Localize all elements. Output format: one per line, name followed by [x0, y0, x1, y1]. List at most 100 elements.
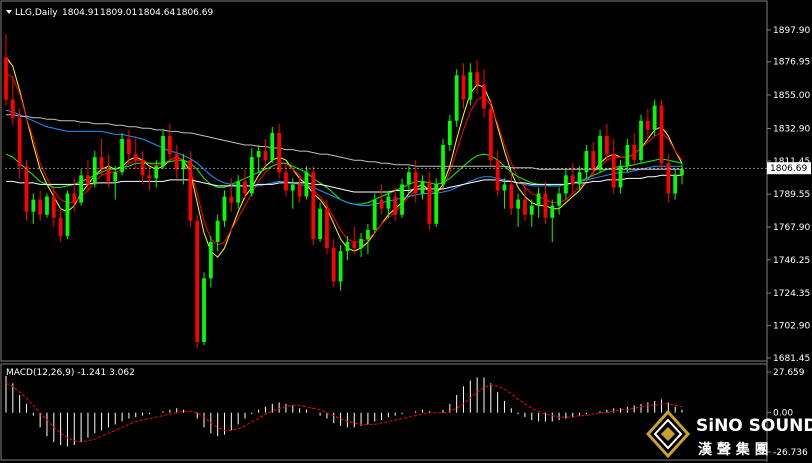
candle-body	[659, 105, 664, 164]
candle-body	[229, 196, 234, 203]
candle	[482, 69, 486, 118]
price-tick-label: 1855.00	[773, 91, 810, 101]
macd-signal-polyline	[5, 382, 683, 443]
moving-average-lines	[5, 56, 683, 258]
price-tick-label: 1876.95	[773, 58, 810, 68]
candle	[366, 223, 370, 255]
candle-body	[516, 199, 520, 209]
candle-body	[441, 145, 445, 185]
candle-body	[454, 75, 459, 121]
candle-body	[359, 238, 363, 249]
candle	[38, 190, 43, 221]
candle	[4, 34, 8, 106]
candle-body	[598, 135, 602, 170]
candle-body	[495, 160, 500, 191]
candle-body	[284, 172, 288, 191]
candle-body	[468, 72, 473, 100]
candle	[393, 187, 398, 221]
candle-body	[366, 229, 370, 239]
candle	[58, 208, 63, 242]
candle	[420, 175, 425, 200]
candlestick-series	[4, 34, 684, 349]
candle-body	[45, 196, 49, 215]
candle-body	[263, 151, 268, 161]
candle-body	[577, 172, 582, 185]
candle-body	[297, 184, 302, 197]
candle	[611, 138, 616, 194]
candle	[140, 151, 145, 185]
candle	[45, 193, 49, 218]
candle-body	[215, 220, 220, 242]
candle-body	[331, 248, 336, 282]
candle	[24, 160, 29, 221]
candle	[338, 245, 343, 291]
candle-body	[72, 193, 77, 203]
candle	[17, 108, 22, 179]
candle	[536, 187, 541, 218]
candle	[591, 141, 596, 179]
price-tick-label: 1681.45	[773, 354, 810, 364]
macd-title: MACD(12,26,9) -1.241 3.062	[6, 368, 135, 378]
candle	[406, 166, 411, 194]
candle-body	[605, 135, 609, 155]
candle-body	[318, 208, 322, 239]
candle	[168, 123, 172, 161]
candle-body	[611, 154, 616, 188]
candle-body	[208, 241, 213, 279]
candle	[427, 172, 432, 230]
candle	[270, 126, 275, 164]
candle	[605, 123, 609, 161]
candle	[127, 129, 131, 164]
candle-body	[195, 220, 200, 343]
candle-body	[120, 138, 124, 173]
macd-tick-label: 27.659	[773, 368, 805, 378]
moving-average-line	[5, 56, 683, 258]
candle-body	[181, 160, 186, 170]
price-tick-label: 1897.90	[773, 26, 810, 36]
candle	[174, 145, 179, 179]
candle-body	[645, 120, 650, 130]
candle-body	[10, 99, 15, 118]
candle-body	[38, 199, 43, 215]
candle-body	[632, 145, 637, 161]
candle	[598, 129, 602, 173]
candle	[570, 163, 575, 194]
candle	[673, 169, 678, 200]
candle-body	[161, 135, 165, 167]
brand-name-cn: 漢 聲 集 團	[698, 441, 769, 458]
diamond-logo-icon	[646, 409, 691, 459]
ohlc-open: 1804.91	[62, 8, 99, 18]
price-tick-label: 1767.90	[773, 223, 810, 233]
candle-body	[106, 169, 111, 182]
candle	[475, 60, 480, 94]
candle-body	[523, 199, 527, 215]
candle-body	[393, 196, 398, 215]
candle-body	[680, 169, 684, 176]
sino-sound-logo: SiNO SOUND 漢 聲 集 團	[646, 409, 812, 459]
candle-body	[427, 181, 432, 224]
candle	[311, 166, 316, 246]
candle-body	[270, 132, 275, 161]
collapse-triangle-icon[interactable]	[6, 10, 12, 14]
candle-body	[345, 241, 350, 252]
candle	[557, 187, 561, 215]
candle	[161, 129, 165, 170]
candle-body	[133, 154, 138, 161]
candle-body	[420, 181, 425, 194]
candle	[359, 232, 363, 258]
candle	[461, 63, 466, 109]
candle	[331, 238, 336, 288]
price-tick-label: 1789.55	[773, 190, 810, 200]
candle-body	[249, 157, 254, 194]
candle-body	[488, 108, 493, 161]
candle	[379, 184, 384, 215]
candle-body	[413, 172, 418, 194]
price-tick-label: 1746.25	[773, 256, 810, 266]
candle	[584, 145, 589, 179]
candle-body	[51, 196, 56, 218]
candle-body	[386, 196, 391, 209]
candle-body	[222, 196, 227, 221]
candle	[318, 202, 322, 242]
candle-body	[543, 193, 548, 218]
candle-body	[618, 166, 623, 188]
